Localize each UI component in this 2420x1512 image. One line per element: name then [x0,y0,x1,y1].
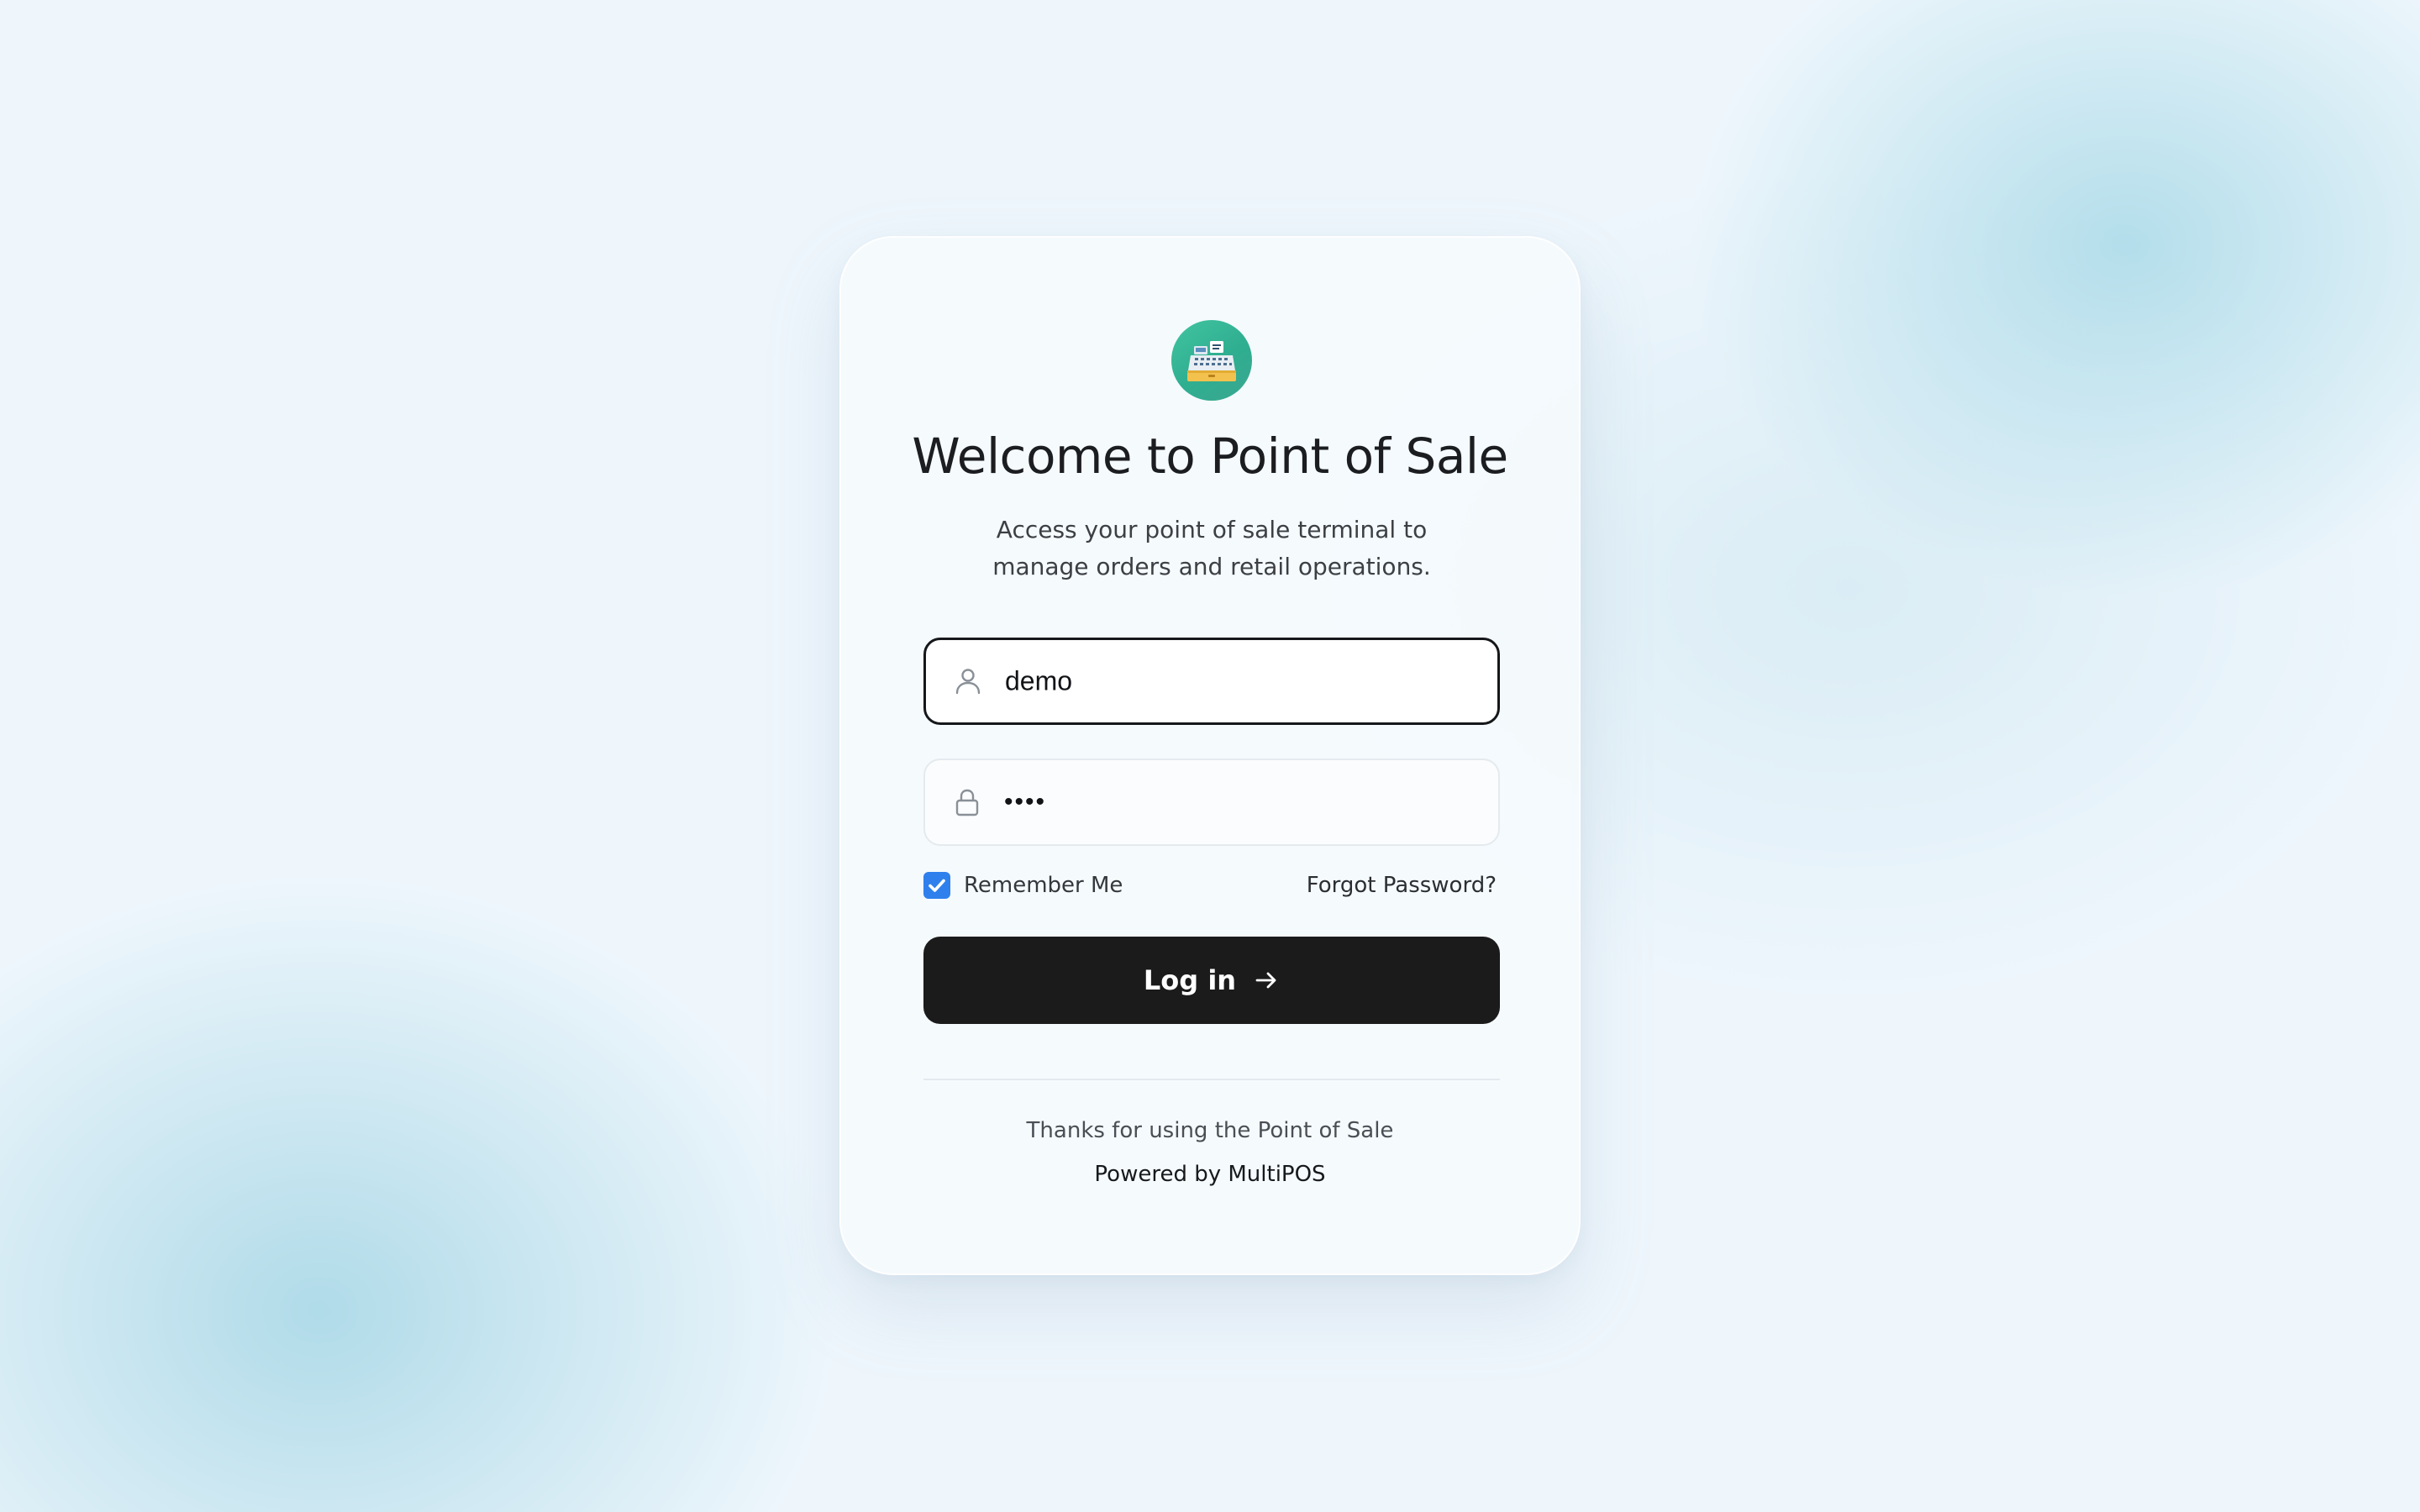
remember-me-checkbox[interactable] [923,872,950,899]
login-button[interactable]: Log in [923,937,1500,1024]
checkmark-icon [929,879,945,892]
login-card: Welcome to Point of Sale Access your poi… [839,236,1581,1275]
cash-register-icon [1187,341,1236,381]
footer-thanks: Thanks for using the Point of Sale [1026,1118,1394,1143]
login-button-label: Log in [1143,964,1237,996]
lock-icon [955,789,979,816]
page-subtitle: Access your point of sale terminal to ma… [992,516,1431,580]
footer-divider [923,1079,1500,1080]
footer-powered-by: Powered by MultiPOS [1094,1162,1326,1187]
page-title: Welcome to Point of Sale [912,428,1508,485]
password-value: •••• [1004,788,1047,816]
user-icon [955,669,981,695]
forgot-password-link[interactable]: Forgot Password? [1307,873,1497,898]
password-field[interactable]: •••• [923,759,1500,846]
arrow-right-icon [1255,972,1276,989]
remember-me[interactable]: Remember Me [923,872,1123,899]
app-logo [1171,320,1252,401]
username-field[interactable]: demo [923,638,1500,725]
remember-me-label: Remember Me [964,873,1123,898]
username-value: demo [1005,665,1073,696]
